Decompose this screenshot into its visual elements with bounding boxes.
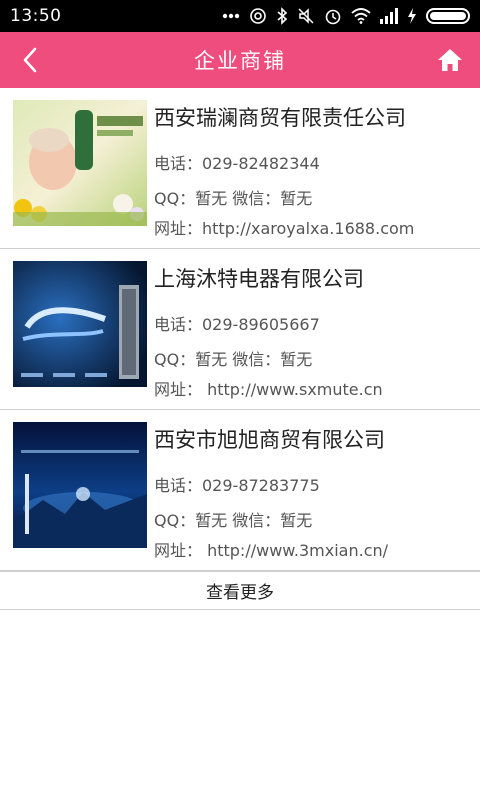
shop-list: 西安瑞澜商贸有限责任公司 电话：029-82482344 QQ：暂无 微信：暂无… — [0, 88, 480, 571]
shop-name: 西安市旭旭商贸有限公司 — [154, 428, 385, 452]
more-dots-icon — [222, 13, 240, 19]
alarm-icon — [324, 7, 342, 25]
shop-phone: 电话：029-89605667 — [154, 315, 320, 334]
shop-website: 网址：http://xaroyalxa.1688.com — [154, 219, 415, 238]
shop-social: QQ：暂无 微信：暂无 — [154, 511, 313, 530]
mute-icon — [297, 7, 315, 25]
shop-name: 西安瑞澜商贸有限责任公司 — [154, 106, 406, 130]
shop-image — [13, 100, 147, 226]
shop-website: 网址： http://www.3mxian.cn/ — [154, 541, 389, 560]
shop-phone: 电话：029-87283775 — [154, 476, 320, 495]
shop-image — [13, 422, 147, 548]
shop-social: QQ：暂无 微信：暂无 — [154, 189, 313, 208]
title-bar: 企业商铺 — [0, 32, 480, 88]
charging-icon — [407, 8, 417, 24]
shop-item[interactable]: 上海沐特电器有限公司 电话：029-89605667 QQ：暂无 微信：暂无 网… — [0, 249, 480, 410]
signal-icon — [380, 8, 398, 24]
battery-icon — [426, 8, 470, 24]
back-button[interactable] — [12, 42, 48, 78]
shop-phone: 电话：029-82482344 — [154, 154, 320, 173]
page-title: 企业商铺 — [194, 49, 286, 73]
shop-name: 上海沐特电器有限公司 — [154, 267, 364, 291]
view-more-button[interactable]: 查看更多 — [0, 571, 480, 610]
status-icons — [222, 7, 470, 25]
shop-website: 网址： http://www.sxmute.cn — [154, 380, 383, 399]
status-time: 13:50 — [10, 6, 62, 26]
status-bar: 13:50 — [0, 0, 480, 32]
shop-image — [13, 261, 147, 387]
home-button[interactable] — [434, 44, 466, 76]
shop-social: QQ：暂无 微信：暂无 — [154, 350, 313, 369]
wifi-icon — [351, 8, 371, 24]
hotspot-icon — [249, 7, 267, 25]
chevron-left-icon — [23, 47, 37, 73]
shop-item[interactable]: 西安市旭旭商贸有限公司 电话：029-87283775 QQ：暂无 微信：暂无 … — [0, 410, 480, 571]
home-icon — [438, 49, 462, 71]
bluetooth-icon — [276, 7, 288, 25]
shop-item[interactable]: 西安瑞澜商贸有限责任公司 电话：029-82482344 QQ：暂无 微信：暂无… — [0, 88, 480, 249]
